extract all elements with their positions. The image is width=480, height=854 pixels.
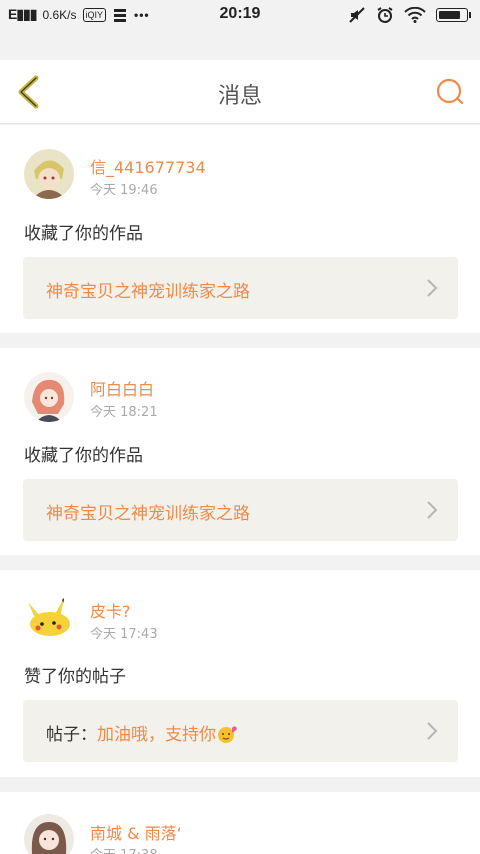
target-link[interactable]: 帖子：加油哦，支持你 [23, 700, 458, 762]
app-header: 消息 [0, 60, 480, 124]
avatar[interactable] [24, 814, 74, 854]
chevron-right-icon [427, 501, 438, 519]
avatar[interactable] [24, 592, 74, 642]
target-title: 帖子：加油哦，支持你 [46, 720, 238, 745]
username[interactable]: 信_441677734 [90, 154, 206, 178]
mute-icon [349, 7, 365, 23]
message-item[interactable]: 阿白白白 今天 18:21 收藏了你的作品 神奇宝贝之神宠训练家之路 [0, 348, 480, 555]
chevron-right-icon [427, 722, 438, 740]
message-time: 今天 17:38 [90, 844, 158, 854]
blushing-face-icon [218, 726, 237, 743]
avatar[interactable] [24, 372, 74, 422]
search-icon[interactable] [434, 76, 466, 108]
target-title: 神奇宝贝之神宠训练家之路 [46, 504, 250, 524]
username[interactable]: 南城 & 雨落‘ [90, 820, 182, 844]
battery-icon [436, 8, 471, 22]
avatar[interactable] [24, 149, 74, 199]
message-item[interactable]: 皮卡? 今天 17:43 赞了你的帖子 帖子：加油哦，支持你 [0, 570, 480, 777]
target-title: 神奇宝贝之神宠训练家之路 [46, 282, 250, 302]
target-link[interactable]: 神奇宝贝之神宠训练家之路 [23, 479, 458, 541]
username[interactable]: 皮卡? [90, 598, 131, 622]
chevron-right-icon [427, 279, 438, 297]
message-time: 今天 18:21 [90, 405, 158, 420]
message-time: 今天 19:46 [90, 183, 158, 198]
alarm-icon [377, 7, 393, 23]
battery-level [439, 11, 460, 19]
action-text: 收藏了你的作品 [24, 446, 143, 466]
wifi-icon [404, 7, 426, 23]
status-right [348, 6, 471, 24]
message-time: 今天 17:43 [90, 627, 158, 642]
target-link[interactable]: 神奇宝贝之神宠训练家之路 [23, 257, 458, 319]
page-title: 消息 [217, 84, 262, 109]
username[interactable]: 阿白白白 [90, 376, 154, 400]
message-item[interactable]: 南城 & 雨落‘ 今天 17:38 [0, 792, 480, 854]
status-bar: E▮▮▮ 0.6K/s iQIY ••• 20:19 [0, 0, 480, 30]
action-text: 赞了你的帖子 [24, 667, 126, 687]
action-text: 收藏了你的作品 [24, 224, 143, 244]
message-item[interactable]: 信_441677734 今天 19:46 收藏了你的作品 神奇宝贝之神宠训练家之… [0, 125, 480, 333]
